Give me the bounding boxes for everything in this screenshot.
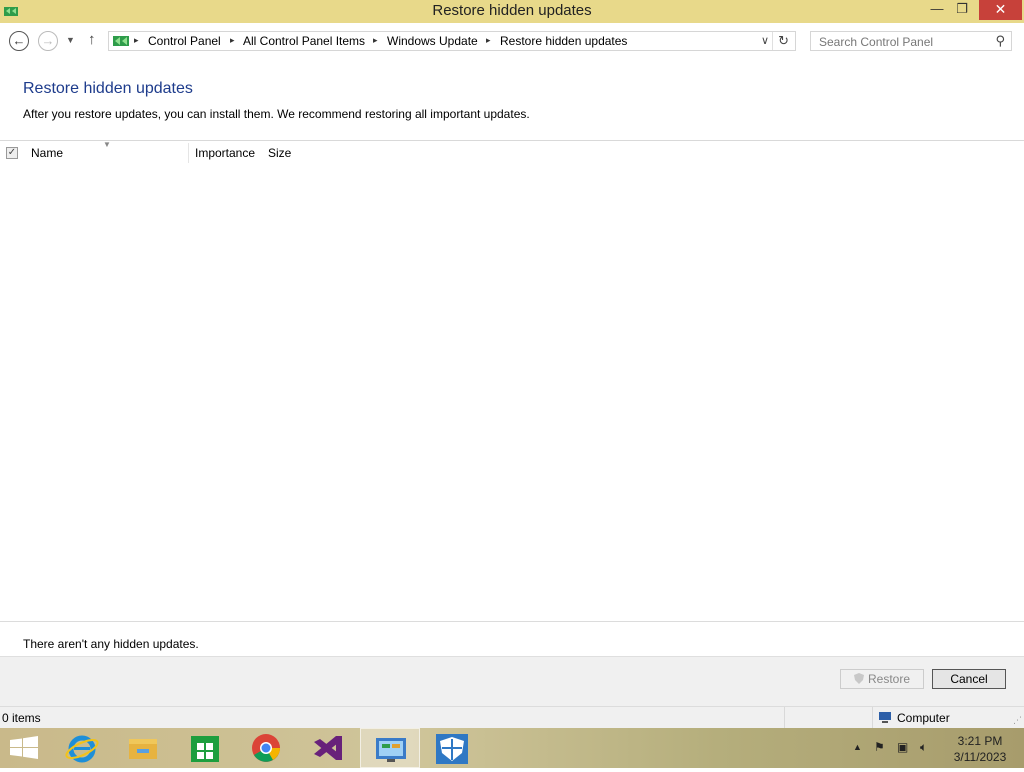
- taskbar-control-panel-button[interactable]: [360, 728, 420, 768]
- column-divider[interactable]: [188, 143, 189, 163]
- action-center-flag-icon[interactable]: ⚑: [874, 740, 885, 754]
- breadcrumb-separator[interactable]: ▸: [134, 35, 139, 46]
- search-input[interactable]: [817, 34, 989, 50]
- minimize-button[interactable]: —: [925, 0, 949, 20]
- status-divider: [784, 707, 785, 729]
- divider: [0, 621, 1024, 622]
- cancel-button[interactable]: Cancel: [932, 669, 1006, 689]
- volume-icon[interactable]: 🔈︎: [920, 740, 927, 755]
- status-bar: 0 items Computer ⋰: [0, 706, 1024, 729]
- page-title: Restore hidden updates: [23, 80, 193, 97]
- updates-list[interactable]: [0, 165, 1024, 621]
- column-header-size[interactable]: Size: [268, 146, 291, 160]
- column-header-importance[interactable]: Importance: [195, 146, 255, 160]
- forward-button[interactable]: →: [38, 31, 58, 51]
- back-button[interactable]: ←: [9, 31, 29, 51]
- store-icon[interactable]: [175, 728, 235, 768]
- clock-time: 3:21 PM: [957, 734, 1003, 748]
- uac-shield-icon: [853, 673, 864, 684]
- chrome-icon[interactable]: [236, 728, 296, 768]
- restore-button-label: Restore: [867, 672, 911, 686]
- up-button[interactable]: ↑: [88, 31, 96, 48]
- page-description: After you restore updates, you can insta…: [23, 107, 530, 121]
- address-divider: [772, 32, 773, 50]
- title-bar: Restore hidden updates — ❐ ✕: [0, 0, 1024, 23]
- network-icon[interactable]: ▣: [897, 740, 908, 754]
- clock-date: 3/11/2023: [953, 750, 1007, 764]
- breadcrumb-separator[interactable]: ▸: [230, 35, 235, 46]
- visual-studio-icon[interactable]: [298, 728, 358, 768]
- empty-message: There aren't any hidden updates.: [23, 637, 199, 651]
- refresh-icon[interactable]: ↻: [778, 33, 789, 49]
- address-bar[interactable]: ▸ Control Panel ▸ All Control Panel Item…: [108, 31, 796, 51]
- show-hidden-icons-button[interactable]: ▲: [853, 742, 862, 752]
- search-box[interactable]: ⚲: [810, 31, 1012, 51]
- taskbar-windows-defender-button[interactable]: [422, 728, 482, 768]
- window-title: Restore hidden updates: [432, 2, 592, 19]
- column-header-name[interactable]: Name: [31, 146, 63, 160]
- breadcrumb-control-panel[interactable]: Control Panel: [148, 34, 221, 48]
- recent-locations-button[interactable]: ▼: [66, 35, 75, 45]
- sort-arrow-icon: ▼: [103, 140, 111, 149]
- restore-button[interactable]: Restore: [840, 669, 924, 689]
- control-panel-icon: [113, 36, 129, 46]
- navigation-bar: ← → ▼ ↑ ▸ Control Panel ▸ All Control Pa…: [0, 23, 1024, 59]
- breadcrumb-windows-update[interactable]: Windows Update: [387, 34, 478, 48]
- list-header: ✓ ▼ Name Importance Size: [0, 140, 1024, 166]
- status-divider: [872, 707, 873, 729]
- close-button[interactable]: ✕: [979, 0, 1022, 20]
- computer-icon: [879, 712, 891, 723]
- windows-defender-icon: [436, 734, 468, 764]
- internet-explorer-icon[interactable]: [52, 728, 112, 768]
- control-panel-icon: [376, 738, 406, 762]
- taskbar: ▲ ⚑ ▣ 🔈︎ 3:21 PM 3/11/2023: [0, 728, 1024, 768]
- breadcrumb-separator[interactable]: ▸: [486, 35, 491, 46]
- button-panel: Restore Cancel: [0, 656, 1024, 707]
- start-icon[interactable]: [0, 728, 60, 768]
- search-icon[interactable]: ⚲: [995, 33, 1005, 49]
- restore-window-button[interactable]: ❐: [949, 0, 975, 20]
- item-count: 0 items: [2, 711, 41, 725]
- location-label: Computer: [897, 711, 950, 725]
- clock[interactable]: 3:21 PM 3/11/2023: [948, 733, 1012, 765]
- breadcrumb-separator[interactable]: ▸: [373, 35, 378, 46]
- resize-grip-icon[interactable]: ⋰: [1013, 715, 1022, 726]
- file-explorer-icon[interactable]: [113, 728, 173, 768]
- address-dropdown-button[interactable]: ∨: [761, 34, 769, 47]
- breadcrumb-all-control-panel-items[interactable]: All Control Panel Items: [243, 34, 365, 48]
- select-all-checkbox[interactable]: ✓: [6, 147, 18, 159]
- breadcrumb-restore-hidden-updates[interactable]: Restore hidden updates: [500, 34, 627, 48]
